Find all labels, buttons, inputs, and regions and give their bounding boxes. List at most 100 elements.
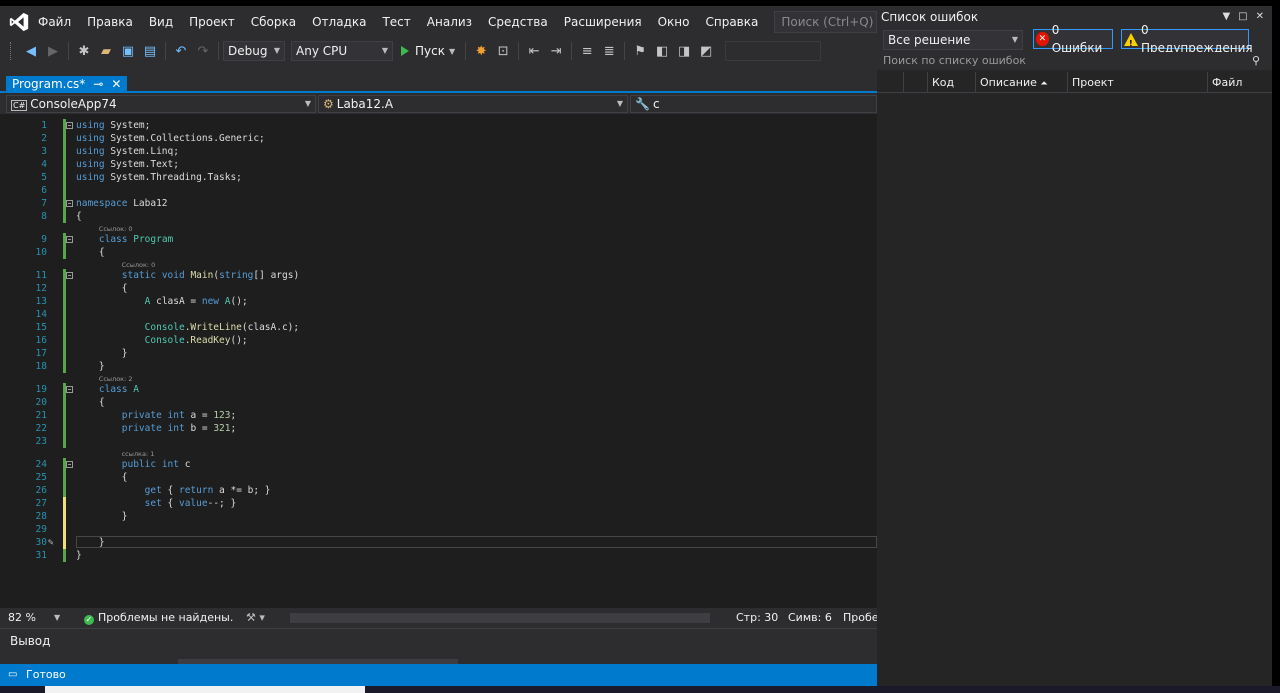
output-title[interactable]: Вывод xyxy=(10,634,50,648)
code-text[interactable]: { xyxy=(76,210,82,223)
platform-dropdown[interactable]: Any CPU ▼ xyxy=(291,41,393,61)
bookmark-clear-icon[interactable]: ◩ xyxy=(697,42,715,60)
code-line[interactable]: 15 Console.WriteLine(clasA.c); xyxy=(0,321,877,334)
code-text[interactable]: using System.Threading.Tasks; xyxy=(76,171,242,184)
search-icon[interactable]: ⚲ xyxy=(1252,52,1260,70)
comment-icon[interactable]: ≡ xyxy=(578,42,596,60)
uncomment-icon[interactable]: ≣ xyxy=(600,42,618,60)
code-line[interactable]: 3 using System.Linq; xyxy=(0,145,877,158)
code-line[interactable]: 21 private int a = 123; xyxy=(0,409,877,422)
code-line[interactable]: 18 } xyxy=(0,360,877,373)
collapse-icon[interactable] xyxy=(66,386,73,393)
column-description[interactable]: Описание ⏶ xyxy=(975,72,1072,93)
collapse-icon[interactable] xyxy=(66,200,73,207)
code-text[interactable]: } xyxy=(76,347,128,360)
menu-extensions[interactable]: Расширения xyxy=(556,15,650,29)
code-text[interactable]: using System.Text; xyxy=(76,158,179,171)
code-text[interactable]: static void Main(string[] args) xyxy=(76,269,299,282)
forward-icon[interactable]: ▶ xyxy=(44,42,62,60)
code-line[interactable]: 2 using System.Collections.Generic; xyxy=(0,132,877,145)
hot-reload-icon[interactable]: ✸ xyxy=(472,42,490,60)
new-project-icon[interactable]: ✱ xyxy=(75,42,93,60)
collapse-icon[interactable] xyxy=(66,236,73,243)
code-text[interactable]: } xyxy=(76,536,105,549)
save-all-icon[interactable]: ▤ xyxy=(141,42,159,60)
format-icon[interactable]: ⇥ xyxy=(547,42,565,60)
bookmark-next-icon[interactable]: ◨ xyxy=(675,42,693,60)
code-line[interactable]: 23 xyxy=(0,435,877,448)
horizontal-scrollbar[interactable] xyxy=(290,613,710,623)
code-text[interactable]: using System.Collections.Generic; xyxy=(76,132,265,145)
menu-tools[interactable]: Средства xyxy=(480,15,556,29)
code-line[interactable]: 13 A clasA = new A(); xyxy=(0,295,877,308)
chevron-down-icon[interactable]: ▼ xyxy=(54,608,60,628)
redo-icon[interactable]: ↷ xyxy=(194,42,212,60)
toolbar-extra-dropdown[interactable] xyxy=(725,41,822,61)
browse-icon[interactable]: ⊡ xyxy=(494,42,512,60)
code-line[interactable]: 1 using System; xyxy=(0,119,877,132)
close-icon[interactable]: ✕ xyxy=(1256,6,1264,28)
code-text[interactable]: set { value--; } xyxy=(76,497,237,510)
code-line[interactable]: 12 { xyxy=(0,282,877,295)
cleanup-icon[interactable]: ⚒ ▾ xyxy=(246,608,265,628)
column-project[interactable]: Проект xyxy=(1067,72,1212,93)
project-dropdown[interactable]: C# ConsoleApp74 ▼ xyxy=(6,95,316,113)
collapse-icon[interactable] xyxy=(66,122,73,129)
code-line[interactable]: 4 using System.Text; xyxy=(0,158,877,171)
menu-help[interactable]: Справка xyxy=(697,15,766,29)
code-text[interactable]: private int b = 321; xyxy=(76,422,236,435)
code-line[interactable]: 30 } ✎ xyxy=(0,536,877,549)
menu-build[interactable]: Сборка xyxy=(243,15,304,29)
code-line[interactable]: 5 using System.Threading.Tasks; xyxy=(0,171,877,184)
code-text[interactable]: Console.ReadKey(); xyxy=(76,334,248,347)
code-text[interactable]: A clasA = new A(); xyxy=(76,295,248,308)
code-line[interactable]: 22 private int b = 321; xyxy=(0,422,877,435)
code-line[interactable]: 28 } xyxy=(0,510,877,523)
back-icon[interactable]: ◀ xyxy=(22,42,40,60)
code-line[interactable]: 10 { xyxy=(0,246,877,259)
code-line[interactable]: 24 public int c xyxy=(0,458,877,471)
pin-icon[interactable]: ⊸ xyxy=(93,76,103,93)
code-text[interactable]: { xyxy=(76,282,128,295)
code-text[interactable]: { xyxy=(76,396,105,409)
visual-studio-logo-icon[interactable] xyxy=(8,7,30,37)
code-line[interactable]: 20 { xyxy=(0,396,877,409)
problems-indicator[interactable]: ✓ Проблемы не найдены. xyxy=(84,608,233,628)
member-dropdown[interactable]: 🔧 c xyxy=(630,95,877,113)
undo-icon[interactable]: ↶ xyxy=(172,42,190,60)
code-text[interactable]: private int a = 123; xyxy=(76,409,236,422)
bookmark-prev-icon[interactable]: ◧ xyxy=(653,42,671,60)
code-line[interactable]: 7 namespace Laba12 xyxy=(0,197,877,210)
tab-program-cs[interactable]: Program.cs* ⊸ ✕ xyxy=(6,76,128,93)
taskbar-window-preview[interactable] xyxy=(45,686,365,693)
menu-project[interactable]: Проект xyxy=(181,15,243,29)
menu-edit[interactable]: Правка xyxy=(79,15,141,29)
code-editor[interactable]: 1 using System; 2 using System.Collections.… xyxy=(0,114,877,608)
code-line[interactable]: 9 class Program xyxy=(0,233,877,246)
bookmark-icon[interactable]: ⚑ xyxy=(631,42,649,60)
code-line[interactable]: 25 { xyxy=(0,471,877,484)
menu-file[interactable]: Файл xyxy=(30,15,79,29)
step-icon[interactable]: ⇤ xyxy=(525,42,543,60)
code-text[interactable]: } xyxy=(76,360,105,373)
code-line[interactable]: 17 } xyxy=(0,347,877,360)
column-file[interactable]: Файл xyxy=(1207,72,1272,93)
code-text[interactable]: { xyxy=(76,471,128,484)
code-line[interactable]: 16 Console.ReadKey(); xyxy=(0,334,877,347)
start-button[interactable]: Пуск ▼ xyxy=(401,44,455,58)
error-list-search-input[interactable]: Поиск по списку ошибок ⚲ xyxy=(877,52,1272,70)
code-text[interactable]: namespace Laba12 xyxy=(76,197,168,210)
type-dropdown[interactable]: ⚙ Laba12.A ▼ xyxy=(318,95,628,113)
toolbar-grip[interactable] xyxy=(10,42,14,60)
code-line[interactable]: 19 class A xyxy=(0,383,877,396)
code-text[interactable]: class Program xyxy=(76,233,173,246)
warnings-filter-button[interactable]: ! 0 Предупреждения xyxy=(1121,23,1253,55)
code-text[interactable]: } xyxy=(76,549,82,562)
code-text[interactable]: Console.WriteLine(clasA.c); xyxy=(76,321,299,334)
open-folder-icon[interactable]: ▰ xyxy=(97,42,115,60)
menu-window[interactable]: Окно xyxy=(650,15,698,29)
configuration-dropdown[interactable]: Debug ▼ xyxy=(223,41,285,61)
collapse-icon[interactable] xyxy=(66,461,73,468)
code-line[interactable]: 31} xyxy=(0,549,877,562)
column-code[interactable]: Код xyxy=(927,72,980,93)
